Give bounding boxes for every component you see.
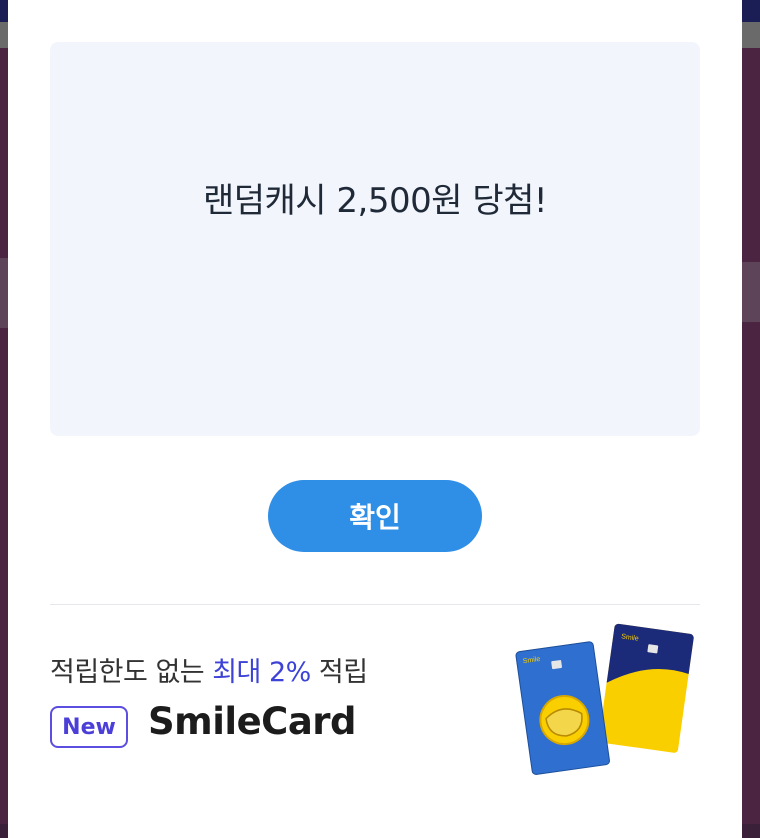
backdrop-left <box>0 48 8 838</box>
backdrop-decoration-right <box>742 262 760 322</box>
backdrop-decoration-left <box>0 258 8 328</box>
message-box: 랜덤캐시 2,500원 당첨! <box>50 42 700 436</box>
confirm-button[interactable]: 확인 <box>268 480 482 552</box>
divider <box>50 604 700 605</box>
reward-modal: 랜덤캐시 2,500원 당첨! 확인 적립한도 없는 최대 2% 적립 New … <box>8 0 742 838</box>
smilecard-image[interactable]: Smile Smile <box>514 620 700 780</box>
promo-highlight: 최대 2% <box>212 657 311 688</box>
smilecard-logo-text[interactable]: SmileCard <box>148 700 357 743</box>
smilecard-front-card: Smile <box>515 641 610 775</box>
promo-text-suffix: 적립 <box>310 657 368 688</box>
promo-text[interactable]: 적립한도 없는 최대 2% 적립 <box>50 650 368 689</box>
smilecard-back-card: Smile <box>598 623 694 753</box>
backdrop-right <box>742 48 760 838</box>
reward-message: 랜덤캐시 2,500원 당첨! <box>202 180 548 221</box>
new-badge: New <box>50 706 128 748</box>
promo-text-prefix: 적립한도 없는 <box>50 657 213 688</box>
